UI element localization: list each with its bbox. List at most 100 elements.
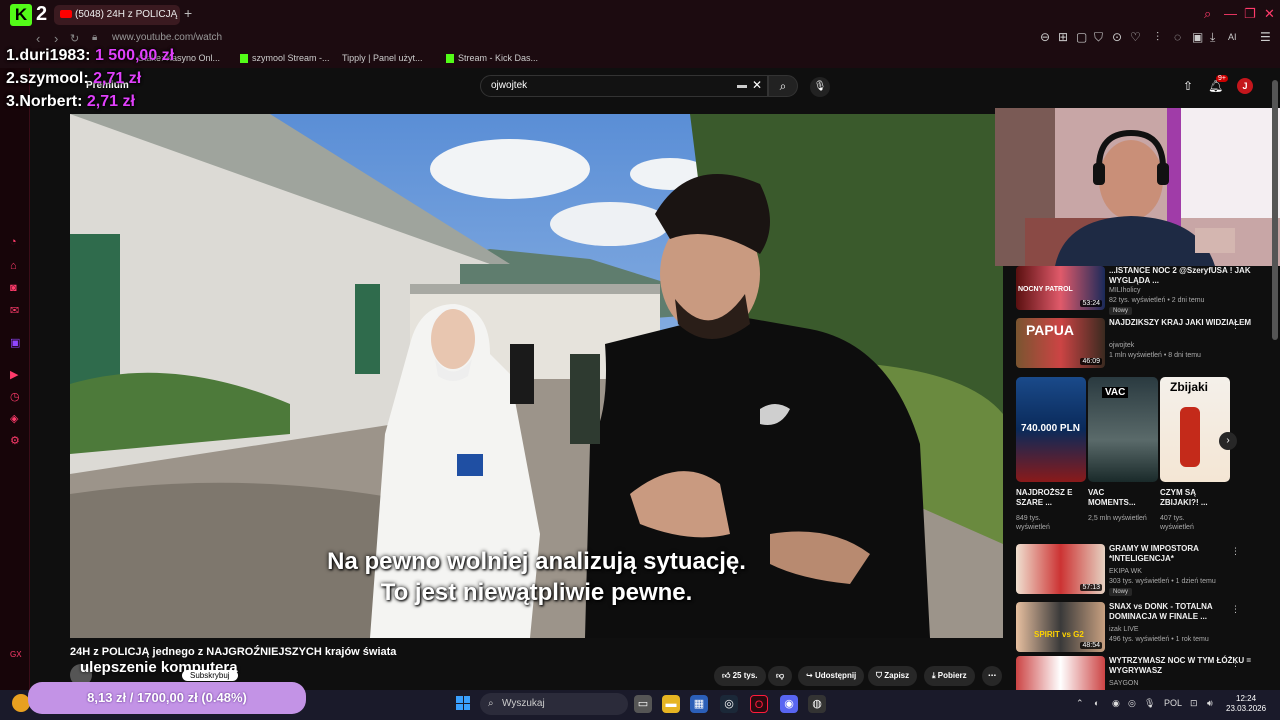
- save-button[interactable]: ⛉ Zapisz: [868, 666, 918, 686]
- play-icon[interactable]: ▶: [10, 368, 18, 381]
- cube-icon[interactable]: ◈: [10, 412, 18, 425]
- url-field[interactable]: www.youtube.com/watch: [112, 32, 222, 43]
- video-meta: 1 mln wyświetleń • 8 dni temu: [1109, 352, 1201, 359]
- subscribe-button[interactable]: Subskrybuj: [182, 670, 238, 681]
- language-indicator[interactable]: POL: [1164, 698, 1182, 708]
- chat-icon[interactable]: ◌: [1174, 30, 1181, 44]
- ai-button[interactable]: AI: [1228, 32, 1237, 42]
- video-thumbnail[interactable]: NOCNY PATROL 53:24: [1016, 266, 1105, 310]
- bookmark-szymool[interactable]: szymool Stream -...: [240, 53, 330, 64]
- new-tab-button[interactable]: +: [184, 5, 192, 21]
- shorts-next-button[interactable]: ›: [1219, 432, 1237, 450]
- keyboard-icon[interactable]: ▬: [737, 80, 747, 91]
- video-thumbnail[interactable]: PAPUA 46:09: [1016, 318, 1105, 368]
- bag-icon[interactable]: ⌂: [10, 260, 17, 272]
- thumbnail-caption: SPIRIT vs G2: [1034, 630, 1084, 639]
- messenger-icon[interactable]: ◙: [10, 282, 17, 294]
- channel-name[interactable]: ojwojtek: [1109, 341, 1259, 350]
- new-badge: Nowy: [1109, 307, 1133, 315]
- network-icon[interactable]: ⊡: [1190, 698, 1198, 709]
- channel-name[interactable]: EKIPA WK: [1109, 567, 1259, 576]
- more-actions-button[interactable]: ⋯: [982, 666, 1002, 686]
- short-title[interactable]: NAJDROŻSZ E SZARE ...: [1016, 488, 1076, 508]
- screenshot-icon[interactable]: ▢: [1076, 30, 1087, 44]
- notifications-icon[interactable]: 🔔︎ 9+: [1208, 75, 1228, 93]
- tray-app-icon[interactable]: ◐: [1094, 698, 1099, 708]
- zoom-icon[interactable]: ⊖: [1040, 30, 1050, 44]
- extension-icon[interactable]: ⊞: [1058, 30, 1068, 44]
- twitch-icon[interactable]: ▣: [10, 336, 20, 349]
- kick-icon: [446, 54, 454, 64]
- recommendation-title[interactable]: ...ISTANCE NOC 2 @SzeryfUSA ! JAK WYGLĄD…: [1109, 266, 1259, 286]
- tray-discord-icon[interactable]: ◉: [1112, 698, 1120, 709]
- search-input[interactable]: ojwojtek: [480, 75, 768, 97]
- maximize-icon[interactable]: ❐: [1244, 6, 1256, 22]
- video-thumbnail[interactable]: SPIRIT vs G2 48:54: [1016, 602, 1105, 652]
- video-thumbnail[interactable]: [1016, 656, 1105, 690]
- channel-name[interactable]: izak LIVE: [1109, 625, 1259, 634]
- windows-start-icon[interactable]: [456, 696, 470, 710]
- more-icon[interactable]: ⋮: [1231, 604, 1240, 615]
- upload-icon[interactable]: ⇧: [1183, 79, 1193, 93]
- like-button[interactable]: 👍︎ 25 tys.: [714, 666, 766, 686]
- tray-steam-icon[interactable]: ◎: [1128, 698, 1136, 709]
- more-icon[interactable]: ⋮: [1231, 320, 1240, 331]
- gear-icon[interactable]: ⚙: [10, 434, 20, 447]
- share-button[interactable]: ↪ Udostępnij: [798, 666, 865, 686]
- download-icon[interactable]: ⤓: [1210, 30, 1215, 45]
- tray-expand-icon[interactable]: ⌃: [1076, 698, 1084, 709]
- tray-mic-icon[interactable]: 🎙︎: [1144, 698, 1155, 709]
- short-thumbnail[interactable]: VAC: [1088, 377, 1158, 482]
- minimize-icon[interactable]: —: [1224, 6, 1237, 21]
- settings-sliders-icon[interactable]: ⫶: [1156, 30, 1159, 45]
- steam-icon[interactable]: ◎: [720, 695, 738, 713]
- thumbnail-caption: NOCNY PATROL: [1018, 286, 1073, 293]
- dislike-button[interactable]: 👎︎: [768, 666, 793, 686]
- browser-tab[interactable]: (5048) 24H z POLICJĄ: [54, 5, 180, 25]
- taskbar-search[interactable]: ⌕ Wyszukaj: [480, 693, 628, 715]
- box-icon[interactable]: ▣: [1192, 30, 1203, 44]
- search-button[interactable]: ⌕: [768, 75, 798, 97]
- more-icon[interactable]: ⋮: [1231, 546, 1240, 557]
- heart-icon[interactable]: ♡: [1130, 30, 1141, 44]
- mail-icon[interactable]: ✉: [10, 304, 19, 317]
- video-thumbnail[interactable]: 57:13: [1016, 544, 1105, 594]
- app-icon[interactable]: ◍: [808, 695, 826, 713]
- scrollbar[interactable]: [1272, 80, 1278, 340]
- microphone-icon[interactable]: 🎙︎: [810, 77, 830, 97]
- video-meta: 303 tys. wyświetleń • 1 dzień temu: [1109, 578, 1216, 585]
- close-icon[interactable]: ✕: [1264, 6, 1275, 22]
- more-icon[interactable]: ⋮: [1231, 658, 1240, 669]
- video-duration: 48:54: [1080, 642, 1102, 649]
- short-title[interactable]: CZYM SĄ ZBIJAKI?! ...: [1160, 488, 1220, 508]
- video-duration: 46:09: [1080, 358, 1102, 365]
- short-thumbnail[interactable]: 740.000 PLN: [1016, 377, 1086, 482]
- search-icon[interactable]: ⌕: [1204, 6, 1211, 22]
- channel-name[interactable]: SAYGON: [1109, 679, 1259, 688]
- channel-name[interactable]: MILIholicy: [1109, 286, 1259, 295]
- user-avatar[interactable]: J: [1237, 78, 1253, 94]
- menu-icon[interactable]: ☰: [1260, 30, 1271, 44]
- download-button[interactable]: ⤓ Pobierz: [924, 666, 975, 686]
- task-view-icon[interactable]: ▭: [634, 695, 652, 713]
- shield-icon[interactable]: ⛉: [1094, 30, 1103, 45]
- video-duration: 53:24: [1080, 300, 1102, 307]
- taskbar-clock[interactable]: 12:24 23.03.2026: [1226, 694, 1266, 714]
- clock-time: 12:24: [1236, 694, 1257, 703]
- file-explorer-icon[interactable]: ▬: [662, 695, 680, 713]
- clear-search-icon[interactable]: ✕: [752, 78, 762, 92]
- clock-icon[interactable]: ◷: [10, 390, 20, 403]
- discord-icon[interactable]: ◉: [780, 695, 798, 713]
- volume-icon[interactable]: 🔊︎: [1207, 698, 1213, 709]
- bookmark-kick-dashboard[interactable]: Stream - Kick Das...: [446, 53, 538, 64]
- short-title[interactable]: VAC MOMENTS...: [1088, 488, 1148, 508]
- thumbs-up-icon: 👍︎: [722, 671, 733, 680]
- bookmark-tipply[interactable]: Tipply | Panel użyt...: [342, 53, 423, 63]
- history-icon[interactable]: ◔: [10, 236, 17, 248]
- opera-gx-icon[interactable]: O: [750, 695, 768, 713]
- kick-logo[interactable]: K: [10, 4, 32, 26]
- store-icon[interactable]: ▦: [690, 695, 708, 713]
- pin-icon[interactable]: ⊙: [1112, 30, 1122, 44]
- short-thumbnail[interactable]: Zbijaki: [1160, 377, 1230, 482]
- gx-icon[interactable]: GX: [10, 650, 22, 659]
